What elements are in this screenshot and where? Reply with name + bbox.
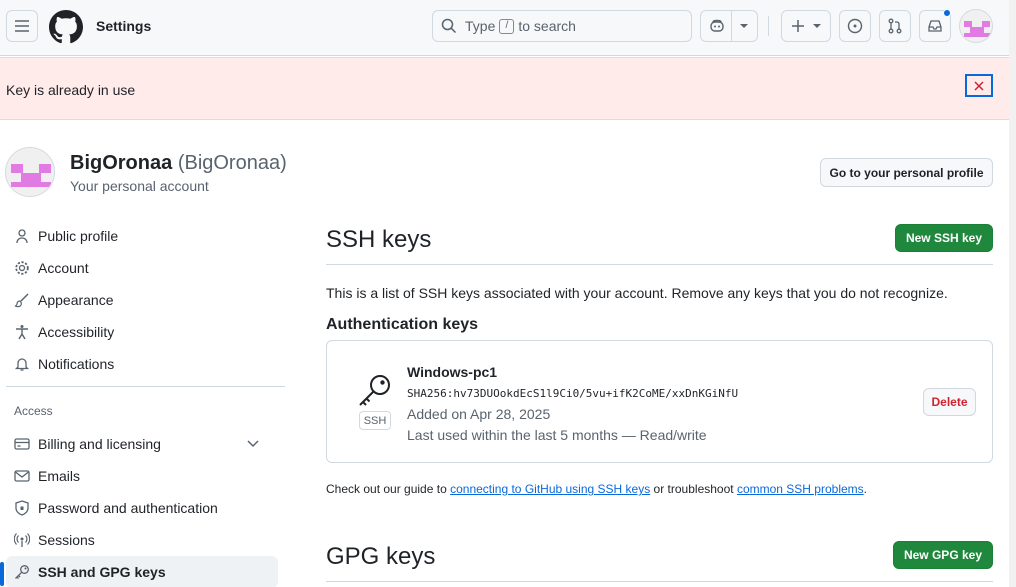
error-flash-banner: Key is already in use <box>0 57 1009 120</box>
sidebar-item-ssh-gpg-keys[interactable]: SSH and GPG keys <box>0 556 278 587</box>
issue-icon <box>847 18 863 34</box>
ssh-key-item: SSH Windows-pc1 SHA256:hv73DUOokdEcS1l9C… <box>326 340 993 463</box>
sidebar-item-password-auth[interactable]: Password and authentication <box>6 492 278 524</box>
key-icon <box>15 565 29 579</box>
profile-name: BigOronaa (BigOronaa) <box>70 152 287 175</box>
sidebar-item-label: Emails <box>38 468 81 484</box>
guide-prefix: Check out our guide to <box>326 482 447 496</box>
copilot-button[interactable] <box>700 10 758 42</box>
sidebar-item-accessibility[interactable]: Accessibility <box>6 316 278 348</box>
gear-icon <box>15 261 29 275</box>
new-ssh-key-button[interactable]: New SSH key <box>895 224 993 252</box>
chevron-down-icon <box>247 440 259 448</box>
create-new-button[interactable] <box>781 10 831 42</box>
dismiss-flash-button[interactable] <box>965 74 993 97</box>
profile-handle: (BigOronaa) <box>177 152 287 174</box>
app-header: Settings Type / to search <box>0 0 1016 56</box>
profile-display-name: BigOronaa <box>70 152 173 174</box>
go-to-profile-button[interactable]: Go to your personal profile <box>820 158 993 187</box>
key-type-badge: SSH <box>359 411 391 430</box>
github-logo-icon[interactable] <box>49 10 83 44</box>
guide-suffix: . <box>863 482 868 496</box>
header-divider <box>768 16 769 36</box>
ssh-description: This is a list of SSH keys associated wi… <box>326 285 948 301</box>
ssh-heading-divider <box>326 264 993 265</box>
guide-middle: or troubleshoot <box>653 482 734 496</box>
issues-button[interactable] <box>839 10 871 42</box>
key-fingerprint: SHA256:hv73DUOokdEcS1l9Ci0/5vu+ifK2CoME/… <box>407 387 739 400</box>
page-context-title[interactable]: Settings <box>96 18 151 34</box>
hamburger-icon <box>15 20 29 32</box>
search-icon <box>441 18 457 34</box>
ssh-guide-text: Check out our guide to connecting to Git… <box>326 482 867 496</box>
person-icon <box>16 229 28 244</box>
gpg-heading-divider <box>326 581 993 582</box>
chevron-down-icon <box>740 24 748 28</box>
sidebar-item-label: Notifications <box>38 356 115 372</box>
sidebar-item-emails[interactable]: Emails <box>6 460 278 492</box>
key-icon <box>357 372 393 408</box>
shield-lock-icon <box>15 500 29 516</box>
key-name: Windows-pc1 <box>407 364 498 380</box>
mail-icon <box>14 470 30 482</box>
ssh-keys-heading: SSH keys <box>326 226 432 253</box>
sidebar-divider <box>6 386 285 387</box>
bell-icon <box>14 358 30 371</box>
plus-icon <box>792 20 804 32</box>
pull-request-icon <box>888 18 902 34</box>
gpg-keys-heading: GPG keys <box>326 543 436 570</box>
scrollbar[interactable] <box>1009 0 1016 587</box>
broadcast-icon <box>14 533 30 547</box>
sidebar-item-label: Account <box>38 260 89 276</box>
sidebar-item-label: Appearance <box>38 292 114 308</box>
sidebar-item-account[interactable]: Account <box>6 252 278 284</box>
accessibility-icon <box>16 325 28 340</box>
search-placeholder-suffix: to search <box>518 18 576 34</box>
flash-message: Key is already in use <box>6 82 136 98</box>
delete-key-button[interactable]: Delete <box>923 388 976 416</box>
auth-keys-heading: Authentication keys <box>326 316 479 333</box>
menu-button[interactable] <box>6 10 38 42</box>
chevron-down-icon <box>813 24 821 28</box>
user-avatar[interactable] <box>959 9 993 43</box>
paintbrush-icon <box>14 293 29 308</box>
search-input[interactable]: Type / to search <box>432 10 692 42</box>
pull-requests-button[interactable] <box>879 10 911 42</box>
key-added-date: Added on Apr 28, 2025 <box>407 406 551 422</box>
sidebar-item-label: SSH and GPG keys <box>38 564 166 580</box>
copilot-icon <box>710 19 724 32</box>
profile-avatar <box>5 147 55 197</box>
sidebar-item-billing[interactable]: Billing and licensing <box>6 428 278 460</box>
sidebar-item-label: Billing and licensing <box>38 436 161 452</box>
search-placeholder-prefix: Type <box>465 18 496 34</box>
sidebar-item-label: Sessions <box>38 532 95 548</box>
search-shortcut-key: / <box>499 18 515 34</box>
sidebar-item-label: Password and authentication <box>38 500 218 516</box>
inbox-icon <box>928 20 942 32</box>
sidebar-item-notifications[interactable]: Notifications <box>6 348 278 380</box>
sidebar-item-appearance[interactable]: Appearance <box>6 284 278 316</box>
key-last-used: Last used within the last 5 months — Rea… <box>407 427 707 443</box>
notification-indicator <box>943 9 951 17</box>
sidebar-item-label: Public profile <box>38 228 119 244</box>
ssh-troubleshoot-link[interactable]: common SSH problems <box>737 482 864 496</box>
sidebar-item-sessions[interactable]: Sessions <box>6 524 278 556</box>
sidebar-item-label: Accessibility <box>38 324 115 340</box>
credit-card-icon <box>14 438 30 450</box>
sidebar-section-heading: Access <box>14 404 53 418</box>
new-gpg-key-button[interactable]: New GPG key <box>893 541 993 569</box>
close-icon <box>974 80 984 91</box>
profile-subtitle: Your personal account <box>70 178 209 194</box>
ssh-connecting-guide-link[interactable]: connecting to GitHub using SSH keys <box>450 482 650 496</box>
sidebar-item-public-profile[interactable]: Public profile <box>6 220 278 252</box>
